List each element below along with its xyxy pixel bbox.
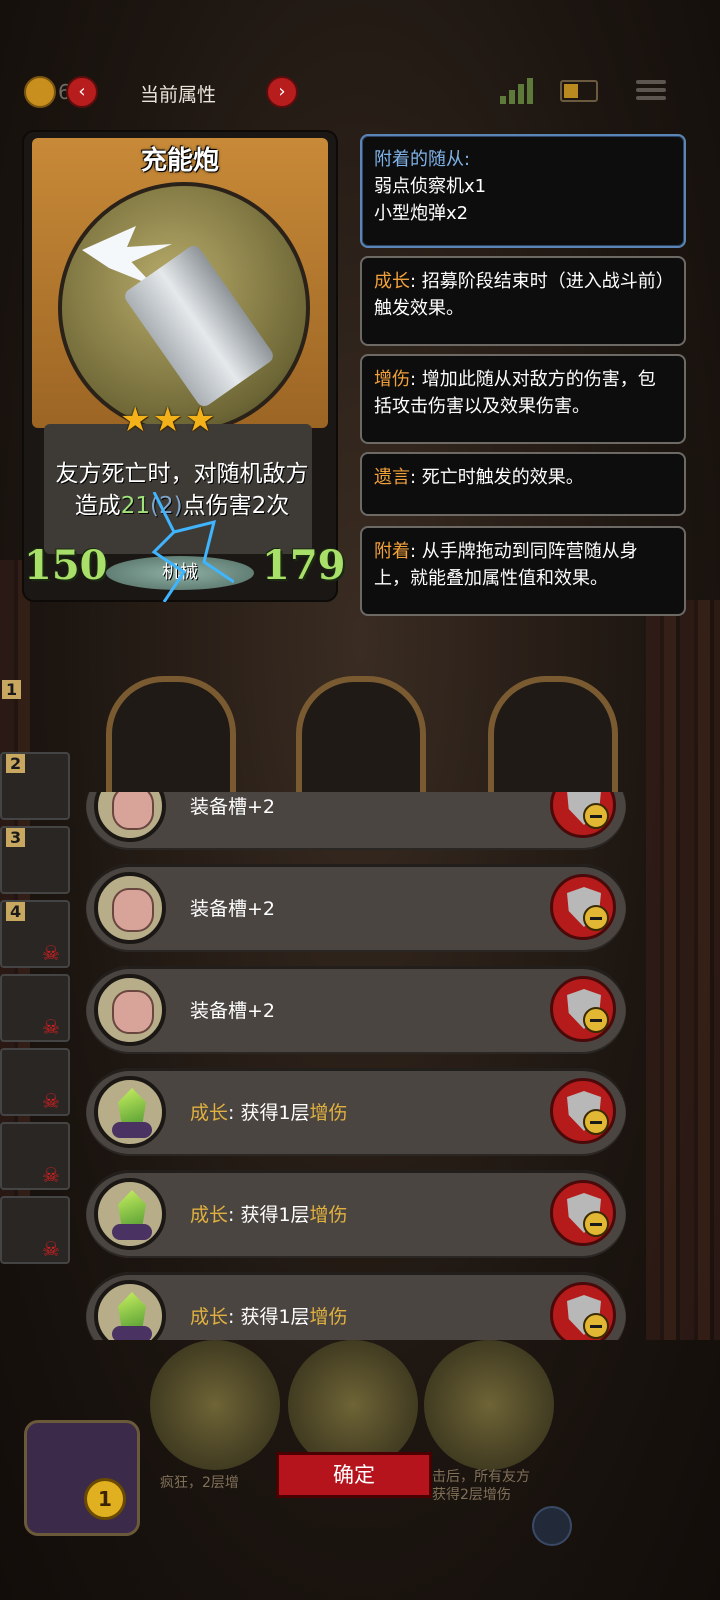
lightning-icon: [151, 492, 234, 602]
cannon-image: [121, 242, 277, 410]
equipment-slot-3[interactable]: [424, 1340, 554, 1470]
bottom-left-text: 疯狂，2层增: [160, 1475, 239, 1491]
side-number-3: 3: [6, 828, 26, 847]
gem-icon: [94, 1076, 166, 1148]
page-title: 当前属性: [140, 84, 217, 106]
shield-icon[interactable]: [532, 1506, 572, 1546]
pig-icon: [94, 792, 166, 842]
side-card-3[interactable]: 3: [0, 826, 70, 894]
hero-portrait[interactable]: [24, 1420, 140, 1536]
next-button[interactable]: ›: [266, 76, 298, 108]
card-name: 充能炮: [140, 146, 219, 176]
remove-button[interactable]: [550, 976, 616, 1042]
list-item: 装备槽+2: [86, 864, 626, 952]
skull-icon: ☠: [42, 1237, 60, 1261]
attached-line-2: 小型炮弹x2: [374, 203, 469, 224]
buff-label: 成长: 获得1层增伤: [190, 1098, 348, 1125]
pig-icon: [94, 872, 166, 944]
damage-up-panel: 增伤: 增加此随从对敌方的伤害，包括攻击伤害以及效果伤害。: [360, 354, 686, 444]
buff-label: 装备槽+2: [190, 1000, 276, 1022]
enemy-slot-3: [488, 676, 618, 802]
attach-text: : 从手牌拖动到同阵营随从身上，就能叠加属性值和效果。: [374, 541, 638, 589]
deathrattle-panel: 遗言: 死亡时触发的效果。: [360, 452, 686, 516]
card-portrait: [58, 182, 310, 434]
buff-prefix: 成长: [190, 1306, 229, 1328]
buff-prefix: 成长: [190, 1204, 229, 1226]
health-value: 179: [262, 542, 346, 589]
equipment-slot-2[interactable]: [288, 1340, 418, 1470]
remove-button[interactable]: [550, 792, 616, 838]
side-number-2: 2: [6, 754, 26, 773]
attach-keyword: 附着: [374, 541, 410, 562]
attached-minions-panel: 附着的随从: 弱点侦察机x1 小型炮弹x2: [360, 134, 686, 248]
menu-icon[interactable]: [636, 76, 666, 104]
side-card-5[interactable]: ☠: [0, 974, 70, 1042]
side-card-7[interactable]: ☠: [0, 1122, 70, 1190]
buff-label: 成长: 获得1层增伤: [190, 1302, 348, 1329]
pig-icon: [94, 974, 166, 1046]
coin-icon: [24, 76, 56, 108]
buff-suffix: 增伤: [309, 1102, 348, 1124]
skull-icon: ☠: [42, 1015, 60, 1039]
buff-suffix: 增伤: [309, 1306, 348, 1328]
list-item: 装备槽+2: [86, 792, 626, 850]
equipment-slot-1[interactable]: [150, 1340, 280, 1470]
bookshelf-right: [646, 600, 720, 1340]
buff-label: 装备槽+2: [190, 796, 276, 818]
skull-icon: ☠: [42, 941, 60, 965]
side-card-6[interactable]: ☠: [0, 1048, 70, 1116]
buff-prefix: 成长: [190, 1102, 229, 1124]
minion-card: 充能炮 ★★★ 友方死亡时，对随机敌方造成21(2)点伤害2次 150 机械 1…: [24, 132, 346, 602]
bottom-right-text-1: 击后，所有友方: [432, 1469, 530, 1485]
buff-label: 装备槽+2: [190, 898, 276, 920]
skull-icon: ☠: [42, 1089, 60, 1113]
attach-panel: 附着: 从手牌拖动到同阵营随从身上，就能叠加属性值和效果。: [360, 526, 686, 616]
side-card-2[interactable]: 2: [0, 752, 70, 820]
buff-mid: : 获得1层: [228, 1204, 310, 1226]
confirm-button[interactable]: 确定: [276, 1452, 432, 1498]
star-rating: ★★★: [120, 400, 218, 440]
side-card-8[interactable]: ☠: [0, 1196, 70, 1264]
list-item: 成长: 获得1层增伤: [86, 1068, 626, 1156]
gem-icon: [94, 1280, 166, 1340]
coin-count: 1: [84, 1478, 126, 1520]
enemy-slot-1: [106, 676, 236, 802]
top-bar: 69 ‹ 当前属性 ›: [0, 62, 720, 122]
signal-icon: [500, 78, 533, 104]
battery-icon: [560, 80, 598, 102]
list-item: 成长: 获得1层增伤: [86, 1272, 626, 1340]
deathrattle-keyword: 遗言: [374, 467, 410, 488]
attack-value: 150: [24, 542, 108, 589]
growth-keyword: 成长: [374, 271, 410, 292]
buff-suffix: 增伤: [309, 1204, 348, 1226]
attached-line-1: 弱点侦察机x1: [374, 176, 487, 197]
side-number-4: 4: [6, 902, 26, 921]
damage-up-text: : 增加此随从对敌方的伤害，包括攻击伤害以及效果伤害。: [374, 369, 656, 417]
side-number-1: 1: [2, 680, 22, 699]
damage-up-keyword: 增伤: [374, 369, 410, 390]
gem-icon: [94, 1178, 166, 1250]
buff-list[interactable]: 装备槽+2 装备槽+2 装备槽+2 成长: 获得1层增伤 成长: 获得1层增伤 …: [84, 792, 628, 1340]
attached-title: 附着的随从:: [374, 149, 471, 170]
list-item: 成长: 获得1层增伤: [86, 1170, 626, 1258]
side-card-4[interactable]: 4 ☠: [0, 900, 70, 968]
skull-icon: ☠: [42, 1163, 60, 1187]
bottom-right-text-2: 获得2层增伤: [432, 1487, 511, 1503]
enemy-slot-2: [296, 676, 426, 802]
remove-button[interactable]: [550, 1180, 616, 1246]
deathrattle-text: : 死亡时触发的效果。: [410, 467, 584, 488]
buff-label: 成长: 获得1层增伤: [190, 1200, 348, 1227]
growth-text: : 招募阶段结束时（进入战斗前）触发效果。: [374, 271, 665, 319]
remove-button[interactable]: [550, 1078, 616, 1144]
remove-button[interactable]: [550, 1282, 616, 1340]
remove-button[interactable]: [550, 874, 616, 940]
growth-panel: 成长: 招募阶段结束时（进入战斗前）触发效果。: [360, 256, 686, 346]
buff-mid: : 获得1层: [228, 1102, 310, 1124]
prev-button[interactable]: ‹: [66, 76, 98, 108]
list-item: 装备槽+2: [86, 966, 626, 1054]
buff-mid: : 获得1层: [228, 1306, 310, 1328]
